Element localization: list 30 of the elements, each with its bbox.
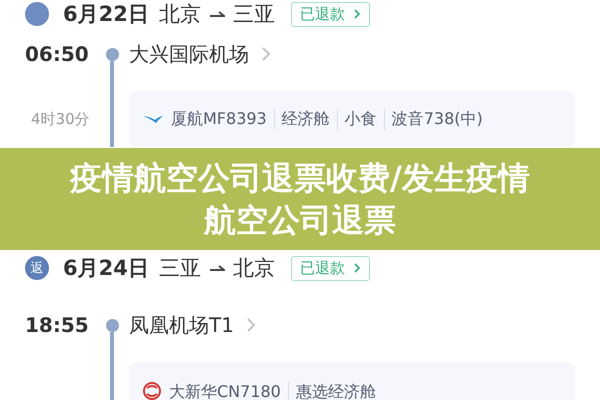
flight-detail: 经济舱: [274, 108, 337, 130]
trip-date: 6月24日: [63, 255, 149, 282]
departure-time: 18:55: [25, 312, 90, 339]
timeline-dot: [106, 319, 118, 332]
bird-logo-icon: [143, 114, 163, 124]
airport-link[interactable]: 大兴国际机场: [129, 34, 575, 74]
flight-card[interactable]: 厦航MF8393 经济舱 小食 波音738(中): [129, 91, 575, 147]
chevron-icon: [246, 317, 256, 333]
trip-badge-icon: [25, 2, 49, 26]
departure-time: 06:50: [25, 41, 90, 68]
flight-detail: 波音738(中): [384, 108, 490, 130]
return-badge: 返: [25, 256, 49, 280]
chevron-icon: [352, 8, 361, 20]
flight-duration: 4时30分: [31, 110, 90, 128]
destination-city: 北京: [232, 255, 275, 282]
flight-detail: 厦航MF8393: [171, 108, 268, 130]
flight-detail: 小食: [336, 108, 384, 130]
origin-city: 北京: [158, 1, 201, 28]
origin-city: 三亚: [158, 255, 201, 282]
emblem-logo-icon: [143, 382, 161, 400]
flight-detail: 大新华CN7180: [169, 382, 282, 400]
flight-card[interactable]: 大新华CN7180 惠选经济舱: [129, 362, 575, 400]
chevron-icon: [261, 46, 271, 62]
trip-date: 6月22日: [63, 1, 149, 28]
airport-link[interactable]: 凤凰机场T1: [129, 305, 575, 345]
chevron-icon: [352, 262, 361, 274]
destination-city: 三亚: [232, 1, 275, 28]
timeline-dot: [106, 48, 118, 61]
headline: 疫情航空公司退票收费/发生疫情航空公司退票: [68, 158, 531, 241]
flight-detail: 惠选经济舱: [288, 382, 383, 400]
